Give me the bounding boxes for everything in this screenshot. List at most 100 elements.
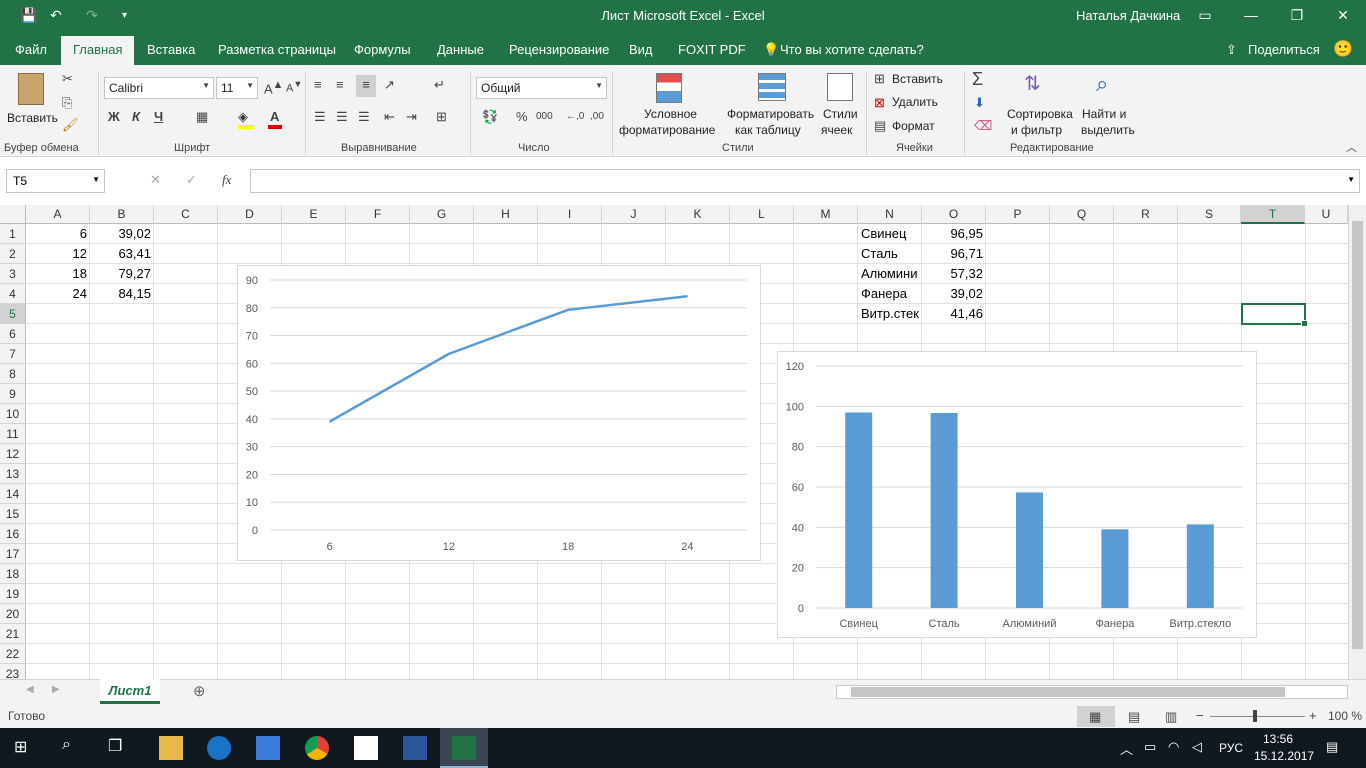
- align-center-icon[interactable]: ☰: [336, 109, 348, 125]
- align-left-icon[interactable]: ☰: [314, 109, 326, 125]
- find-select-button[interactable]: ⌕ Найти и выделить: [1078, 69, 1140, 141]
- scroll-thumb[interactable]: [1352, 221, 1363, 649]
- store-icon[interactable]: [256, 736, 280, 760]
- column-header-j[interactable]: J: [602, 205, 666, 224]
- row-header-6[interactable]: 6: [0, 324, 26, 344]
- column-header-o[interactable]: O: [922, 205, 986, 224]
- fill-icon[interactable]: ⬇: [974, 95, 985, 111]
- row-header-1[interactable]: 1: [0, 224, 26, 244]
- column-header-k[interactable]: K: [666, 205, 730, 224]
- tab-foxit-pdf[interactable]: FOXIT PDF: [678, 42, 746, 57]
- tab-page-layout[interactable]: Разметка страницы: [218, 42, 336, 57]
- column-header-r[interactable]: R: [1114, 205, 1178, 224]
- format-cells-button[interactable]: Формат: [892, 119, 935, 133]
- next-sheet-icon[interactable]: ▶: [52, 684, 60, 695]
- row-header-2[interactable]: 2: [0, 244, 26, 264]
- tab-view[interactable]: Вид: [629, 42, 653, 57]
- row-header-19[interactable]: 19: [0, 584, 26, 604]
- column-header-m[interactable]: M: [794, 205, 858, 224]
- bar-chart[interactable]: 0 20 40 60 80 100 120 Свинец Сталь Алюминий Фанера…: [777, 351, 1257, 638]
- row-header-22[interactable]: 22: [0, 644, 26, 664]
- smiley-feedback-icon[interactable]: 🙂: [1333, 39, 1353, 59]
- fill-color-icon[interactable]: ◈: [238, 109, 248, 125]
- page-break-view-icon[interactable]: ▥: [1165, 709, 1177, 725]
- cancel-icon[interactable]: ✕: [150, 172, 161, 188]
- row-header-14[interactable]: 14: [0, 484, 26, 504]
- excel-taskbar-button[interactable]: [440, 728, 488, 768]
- page-layout-view-icon[interactable]: ▤: [1128, 709, 1140, 725]
- collapse-ribbon-icon[interactable]: ︿: [1346, 139, 1357, 155]
- column-header-l[interactable]: L: [730, 205, 794, 224]
- user-name[interactable]: Наталья Дачкина: [1076, 8, 1180, 23]
- column-header-s[interactable]: S: [1178, 205, 1241, 224]
- row-header-10[interactable]: 10: [0, 404, 26, 424]
- vertical-scrollbar[interactable]: [1348, 205, 1366, 679]
- name-box[interactable]: T5 ▼: [6, 169, 105, 193]
- row-header-21[interactable]: 21: [0, 624, 26, 644]
- zoom-out-icon[interactable]: −: [1196, 708, 1204, 723]
- borders-icon[interactable]: ▦: [196, 109, 208, 125]
- column-header-n[interactable]: N: [858, 205, 922, 224]
- row-header-15[interactable]: 15: [0, 504, 26, 524]
- chrome-icon[interactable]: [305, 736, 329, 760]
- format-painter-icon[interactable]: 🖌: [62, 117, 79, 133]
- row-header-13[interactable]: 13: [0, 464, 26, 484]
- search-icon[interactable]: ⌕: [62, 736, 71, 754]
- align-bottom-icon[interactable]: ≡: [356, 75, 376, 97]
- column-header-f[interactable]: F: [346, 205, 410, 224]
- orientation-icon[interactable]: ↗: [384, 77, 395, 93]
- format-as-table-button[interactable]: Форматировать как таблицу: [726, 69, 818, 141]
- wrap-text-icon[interactable]: ↵: [434, 77, 445, 93]
- grow-font-icon[interactable]: A▲: [264, 79, 283, 96]
- row-header-17[interactable]: 17: [0, 544, 26, 564]
- cell-a1[interactable]: 6: [26, 224, 90, 244]
- cell-n1[interactable]: Свинец: [858, 224, 922, 244]
- column-header-t[interactable]: T: [1241, 205, 1305, 224]
- cell-b2[interactable]: 63,41: [90, 244, 154, 264]
- tab-data[interactable]: Данные: [437, 42, 484, 57]
- volume-icon[interactable]: ◁: [1192, 739, 1202, 755]
- file-explorer-icon[interactable]: [159, 736, 183, 760]
- column-header-c[interactable]: C: [154, 205, 218, 224]
- italic-button[interactable]: К: [132, 109, 140, 124]
- line-chart[interactable]: 0 10 20 30 40 50 60 70 80 90 6 12 18 24: [237, 265, 761, 561]
- language-indicator[interactable]: РУС: [1219, 741, 1243, 755]
- cell-n2[interactable]: Сталь: [858, 244, 922, 264]
- column-header-b[interactable]: B: [90, 205, 154, 224]
- cell-n3[interactable]: Алюмини: [858, 264, 922, 284]
- row-header-20[interactable]: 20: [0, 604, 26, 624]
- tab-home[interactable]: Главная: [61, 36, 135, 65]
- bold-button[interactable]: Ж: [108, 109, 120, 124]
- cell-o3[interactable]: 57,32: [922, 264, 986, 284]
- cut-icon[interactable]: ✂: [62, 71, 73, 87]
- font-color-icon[interactable]: A: [270, 109, 279, 124]
- battery-icon[interactable]: ▭: [1144, 739, 1156, 755]
- word-icon[interactable]: [403, 736, 427, 760]
- minimize-icon[interactable]: —: [1228, 4, 1274, 28]
- increase-indent-icon[interactable]: ⇥: [406, 109, 417, 125]
- cell-o5[interactable]: 41,46: [922, 304, 986, 324]
- decrease-indent-icon[interactable]: ⇤: [384, 109, 395, 125]
- add-sheet-icon[interactable]: ⊕: [193, 682, 206, 700]
- prev-sheet-icon[interactable]: ◀: [26, 684, 34, 695]
- font-size-select[interactable]: 11 ▼: [216, 77, 258, 99]
- row-header-8[interactable]: 8: [0, 364, 26, 384]
- cell-b4[interactable]: 84,15: [90, 284, 154, 304]
- zoom-level[interactable]: 100 %: [1328, 709, 1362, 723]
- sort-filter-button[interactable]: ⇅ Сортировка и фильтр: [1004, 69, 1078, 141]
- share-button[interactable]: Поделиться: [1248, 42, 1320, 57]
- row-header-7[interactable]: 7: [0, 344, 26, 364]
- number-format-select[interactable]: Общий ▼: [476, 77, 607, 99]
- column-header-q[interactable]: Q: [1050, 205, 1114, 224]
- currency-format-icon[interactable]: 💱: [482, 109, 498, 125]
- cell-n4[interactable]: Фанера: [858, 284, 922, 304]
- delete-cells-button[interactable]: Удалить: [892, 95, 938, 109]
- tab-review[interactable]: Рецензирование: [509, 42, 609, 57]
- mail-icon[interactable]: [354, 736, 378, 760]
- active-cell-t5[interactable]: [1241, 303, 1308, 327]
- clock-date[interactable]: 15.12.2017: [1254, 749, 1314, 763]
- row-header-18[interactable]: 18: [0, 564, 26, 584]
- column-header-a[interactable]: A: [26, 205, 90, 224]
- row-header-5[interactable]: 5: [0, 304, 26, 324]
- cell-n5[interactable]: Витр.стек: [858, 304, 922, 324]
